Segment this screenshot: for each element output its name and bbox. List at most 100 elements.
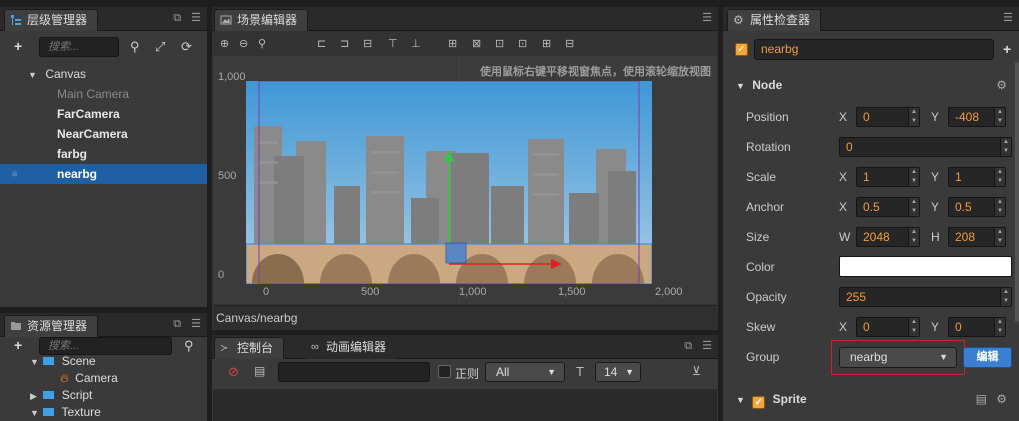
inspector-scrollbar[interactable] xyxy=(1015,62,1019,322)
tree-item-main-camera[interactable]: Main Camera xyxy=(0,84,207,104)
console-log-area[interactable] xyxy=(213,389,717,421)
size-h-field[interactable]: 208 ▲ ▼ xyxy=(948,227,1006,247)
distribute-left-icon[interactable]: ⊞ xyxy=(542,37,551,50)
stepper-icon[interactable]: ▲ ▼ xyxy=(994,198,1005,216)
tree-item-farbg[interactable]: farbg xyxy=(0,144,207,164)
x-tick-2000: 2,000 xyxy=(655,286,683,298)
stepper-icon[interactable]: ▲ ▼ xyxy=(1000,288,1011,306)
zoom-out-icon[interactable]: ⊖ xyxy=(239,37,248,50)
opacity-field[interactable]: 255 ▲ ▼ xyxy=(839,287,1012,307)
asset-folder-scene[interactable]: ▼ Scene xyxy=(0,353,207,369)
collapse-arrow-icon[interactable]: ▼ xyxy=(28,65,38,85)
size-label: Size xyxy=(746,230,770,244)
add-node-button[interactable]: + xyxy=(14,38,22,54)
sprite-section-header[interactable]: ▼ ✓ Sprite ▤ ⚙ xyxy=(728,388,1019,410)
node-active-checkbox[interactable]: ✓ xyxy=(735,43,748,56)
position-x-field[interactable]: 0 ▲ ▼ xyxy=(856,107,920,127)
tab-scene[interactable]: 场景编辑器 xyxy=(214,9,309,31)
distribute-right-icon[interactable]: ⊟ xyxy=(565,37,574,50)
settings-icon[interactable]: ⚙ xyxy=(996,74,1007,96)
maximize-icon[interactable]: ⧉ xyxy=(684,340,692,352)
align-left-icon[interactable]: ⊏ xyxy=(317,37,326,50)
collapse-arrow-icon[interactable]: ▼ xyxy=(30,405,40,421)
align-bottom-icon[interactable]: ⊞ xyxy=(448,37,457,50)
tab-assets[interactable]: 资源管理器 xyxy=(4,315,99,337)
expand-all-icon[interactable]: ⤢ xyxy=(155,39,165,55)
hierarchy-search-input[interactable]: 搜索... xyxy=(39,37,119,57)
asset-scene-camera[interactable]: 🔥︎ Camera xyxy=(0,370,207,386)
menu-icon[interactable]: ☰ xyxy=(191,318,201,330)
asset-folder-texture[interactable]: ▼ Texture xyxy=(0,404,207,420)
collapse-arrow-icon[interactable]: ▼ xyxy=(30,354,40,370)
collapse-arrow-icon[interactable]: ▼ xyxy=(736,81,745,91)
stepper-icon[interactable]: ▲ ▼ xyxy=(908,318,919,336)
menu-icon[interactable]: ☰ xyxy=(702,340,712,352)
stepper-icon[interactable]: ▲ ▼ xyxy=(908,228,919,246)
distribute-bottom-icon[interactable]: ⊡ xyxy=(518,37,527,50)
anchor-x-field[interactable]: 0.5 ▲ ▼ xyxy=(856,197,920,217)
stepper-icon[interactable]: ▲ ▼ xyxy=(994,108,1005,126)
align-hcenter-icon[interactable]: ⊐ xyxy=(340,37,349,50)
tab-console[interactable]: ≻ 控制台 xyxy=(214,337,285,359)
stepper-icon[interactable]: ▲ ▼ xyxy=(908,168,919,186)
search-icon[interactable]: ⚲ xyxy=(130,39,140,55)
maximize-icon[interactable]: ⧉ xyxy=(173,12,181,24)
stepper-icon[interactable]: ▲ ▼ xyxy=(1000,138,1011,156)
scale-x-field[interactable]: 1 ▲ ▼ xyxy=(856,167,920,187)
distribute-top-icon[interactable]: ⊠ xyxy=(472,37,481,50)
refresh-icon[interactable]: ⟳ xyxy=(181,39,192,55)
tab-inspector[interactable]: ⚙ 属性检查器 xyxy=(727,9,822,31)
clear-console-icon[interactable]: ⊘ xyxy=(228,364,239,380)
open-log-icon[interactable]: ▤ xyxy=(254,364,265,378)
book-icon[interactable]: ▤ xyxy=(976,388,987,410)
settings-icon[interactable]: ⚙ xyxy=(996,388,1007,410)
lock-icon[interactable]: 🔒︎ xyxy=(12,164,17,184)
regex-checkbox[interactable] xyxy=(438,365,451,378)
menu-icon[interactable]: ☰ xyxy=(702,12,712,24)
distribute-vcenter-icon[interactable]: ⊡ xyxy=(495,37,504,50)
stepper-icon[interactable]: ▲ ▼ xyxy=(994,168,1005,186)
align-right-icon[interactable]: ⊟ xyxy=(363,37,372,50)
console-filter-input[interactable] xyxy=(278,362,430,382)
align-top-icon[interactable]: ⊤ xyxy=(388,37,398,50)
rotation-field[interactable]: 0 ▲ ▼ xyxy=(839,137,1012,157)
scale-y-field[interactable]: 1 ▲ ▼ xyxy=(948,167,1006,187)
menu-icon[interactable]: ☰ xyxy=(191,12,201,24)
zoom-in-icon[interactable]: ⊕ xyxy=(220,37,229,50)
font-size-select[interactable]: 14 ▼ xyxy=(595,362,641,382)
group-edit-button[interactable]: 编辑 xyxy=(963,347,1012,368)
node-section-header[interactable]: ▼ Node ⚙ xyxy=(728,74,1019,96)
asset-folder-script[interactable]: ▶ Script xyxy=(0,387,207,403)
stepper-icon[interactable]: ▲ ▼ xyxy=(908,198,919,216)
log-level-select[interactable]: All ▼ xyxy=(485,362,565,382)
collapse-icon[interactable]: ⊻ xyxy=(692,364,701,378)
expand-arrow-icon[interactable]: ▶ xyxy=(30,388,40,404)
sprite-enabled-checkbox[interactable]: ✓ xyxy=(752,396,766,409)
add-asset-button[interactable]: + xyxy=(14,337,22,353)
align-vcenter-icon[interactable]: ⊥ xyxy=(411,37,421,50)
menu-icon[interactable]: ☰ xyxy=(1003,12,1013,24)
tree-item-canvas[interactable]: ▼ Canvas xyxy=(0,64,207,84)
tab-animation[interactable]: ∞ 动画编辑器 xyxy=(306,337,397,359)
add-component-button[interactable]: + xyxy=(1003,41,1011,57)
collapse-arrow-icon[interactable]: ▼ xyxy=(736,395,745,405)
stepper-icon[interactable]: ▲ ▼ xyxy=(908,108,919,126)
skew-y-field[interactable]: 0 ▲ ▼ xyxy=(948,317,1006,337)
anchor-y-field[interactable]: 0.5 ▲ ▼ xyxy=(948,197,1006,217)
scene-viewport[interactable]: 使用鼠标右键平移视窗焦点，使用滚轮缩放视图 1,000 500 0 0 500 … xyxy=(213,56,717,304)
tree-item-nearcamera[interactable]: NearCamera xyxy=(0,124,207,144)
maximize-icon[interactable]: ⧉ xyxy=(173,318,181,330)
tree-item-nearbg[interactable]: 🔒︎ nearbg xyxy=(0,164,207,184)
tab-hierarchy[interactable]: 层级管理器 xyxy=(4,9,99,31)
stepper-icon[interactable]: ▲ ▼ xyxy=(994,318,1005,336)
zoom-reset-icon[interactable]: ⚲ xyxy=(258,37,266,50)
tree-item-farcamera[interactable]: FarCamera xyxy=(0,104,207,124)
position-y-field[interactable]: -408 ▲ ▼ xyxy=(948,107,1006,127)
node-name-input[interactable]: nearbg xyxy=(754,39,994,60)
search-icon[interactable]: ⚲ xyxy=(184,338,194,354)
stepper-icon[interactable]: ▲ ▼ xyxy=(994,228,1005,246)
size-w-field[interactable]: 2048 ▲ ▼ xyxy=(856,227,920,247)
skew-x-field[interactable]: 0 ▲ ▼ xyxy=(856,317,920,337)
color-swatch[interactable] xyxy=(839,256,1012,277)
group-select[interactable]: nearbg ▼ xyxy=(839,347,957,368)
